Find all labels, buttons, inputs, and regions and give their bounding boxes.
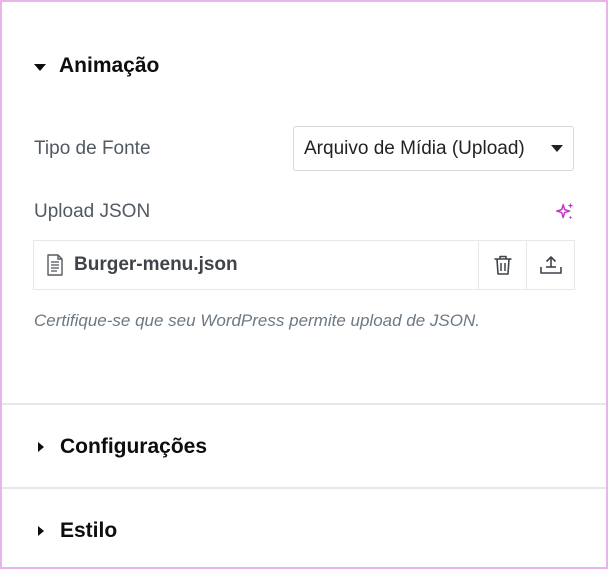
sparkles-icon[interactable] — [554, 201, 576, 223]
section-divider — [2, 403, 606, 405]
section-settings-title: Configurações — [60, 435, 208, 458]
document-icon — [47, 254, 63, 276]
trash-icon — [493, 255, 512, 275]
section-animation-header[interactable]: Animação — [34, 52, 159, 80]
upload-json-label: Upload JSON — [34, 201, 151, 222]
section-style-header[interactable]: Estilo — [38, 516, 117, 546]
caret-right-icon — [38, 526, 44, 536]
chevron-down-icon — [551, 145, 563, 152]
font-type-label: Tipo de Fonte — [34, 138, 151, 159]
caret-down-icon — [34, 63, 46, 71]
upload-help-text: Certifique-se que seu WordPress permite … — [34, 311, 480, 330]
font-type-select-value: Arquivo de Mídia (Upload) — [304, 137, 525, 159]
editor-panel: Animação Tipo de Fonte Arquivo de Mídia … — [0, 0, 608, 569]
file-name: Burger-menu.json — [74, 254, 238, 275]
media-file-box: Burger-menu.json — [33, 240, 575, 290]
file-info: Burger-menu.json — [34, 241, 478, 289]
caret-right-icon — [38, 442, 44, 452]
section-style-title: Estilo — [60, 519, 118, 542]
section-settings-header[interactable]: Configurações — [38, 432, 207, 462]
upload-file-button[interactable] — [526, 241, 574, 289]
upload-icon — [539, 256, 562, 274]
delete-file-button[interactable] — [478, 241, 526, 289]
section-animation-title: Animação — [59, 54, 160, 77]
font-type-select[interactable]: Arquivo de Mídia (Upload) — [293, 126, 574, 171]
section-divider — [2, 487, 606, 489]
